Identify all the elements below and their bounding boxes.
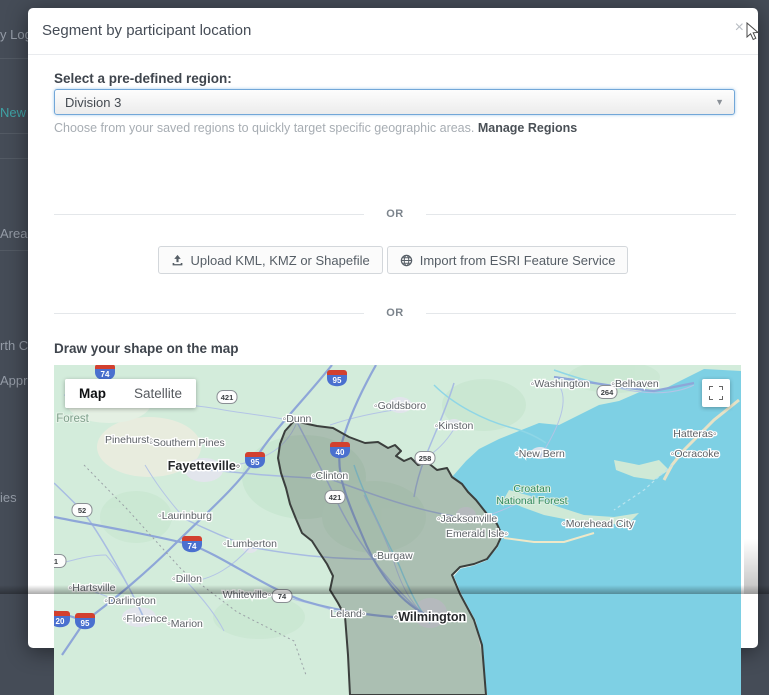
bg-text-fragment: Area bbox=[0, 226, 27, 241]
interstate-shield-icon: 95 bbox=[327, 370, 347, 386]
or-label: OR bbox=[386, 307, 404, 319]
satellite-view-button[interactable]: Satellite bbox=[120, 379, 196, 408]
map-label: ◦Kinston bbox=[435, 420, 474, 432]
modal-header: Segment by participant location × bbox=[28, 8, 758, 55]
import-esri-button[interactable]: Import from ESRI Feature Service bbox=[387, 246, 629, 274]
map-label: National Forest bbox=[496, 495, 567, 507]
bg-divider bbox=[0, 133, 28, 134]
map-label: Leland◦ bbox=[330, 608, 365, 620]
map-label: ◦Burgaw bbox=[373, 550, 413, 562]
map-label: ◦New Bern bbox=[515, 448, 565, 460]
upload-icon bbox=[171, 254, 184, 267]
fullscreen-icon bbox=[709, 386, 723, 400]
bg-divider bbox=[0, 58, 28, 59]
map-label: ◦Dillon bbox=[172, 573, 202, 585]
map-view-button[interactable]: Map bbox=[65, 379, 120, 408]
map-label: Fayetteville◦ bbox=[168, 459, 241, 473]
map-label: ational Forest bbox=[54, 413, 90, 425]
svg-text:421: 421 bbox=[329, 493, 342, 502]
modal-title: Segment by participant location bbox=[42, 22, 251, 39]
us-route-shield-icon: 421 bbox=[217, 391, 237, 404]
modal-body: Select a pre-defined region: Division 3 … bbox=[28, 55, 758, 649]
or-divider: OR bbox=[54, 208, 736, 220]
us-route-shield-icon: 258 bbox=[415, 452, 435, 465]
divider-line bbox=[54, 214, 364, 215]
map-label: Emerald Isle◦ bbox=[446, 528, 508, 540]
chevron-down-icon: ▼ bbox=[715, 97, 724, 107]
upload-file-button[interactable]: Upload KML, KMZ or Shapefile bbox=[158, 246, 383, 274]
map-label: Pinehurst◦ bbox=[105, 434, 153, 446]
svg-text:74: 74 bbox=[278, 592, 287, 601]
import-button-label: Import from ESRI Feature Service bbox=[420, 253, 616, 268]
map-label: ◦Morehead City bbox=[562, 518, 635, 530]
interstate-shield-icon: 95 bbox=[75, 613, 95, 629]
fullscreen-button[interactable] bbox=[702, 379, 730, 407]
helper-text: Choose from your saved regions to quickl… bbox=[54, 121, 474, 135]
region-select-dropdown[interactable]: Division 3 ▼ bbox=[54, 89, 735, 115]
map-label: ◦Darlington bbox=[104, 595, 156, 607]
map-label: Whiteville◦ bbox=[223, 589, 272, 601]
svg-text:95: 95 bbox=[251, 458, 260, 467]
divider-line bbox=[426, 214, 736, 215]
svg-text:1: 1 bbox=[54, 557, 58, 566]
svg-text:74: 74 bbox=[188, 542, 197, 551]
svg-text:52: 52 bbox=[78, 506, 86, 515]
map-label: Hatteras◦ bbox=[673, 428, 716, 440]
map-label: ◦Goldsboro bbox=[374, 400, 426, 412]
us-route-shield-icon: 421 bbox=[325, 491, 345, 504]
us-route-shield-icon: 1 bbox=[54, 555, 66, 568]
segment-location-modal: Segment by participant location × Select… bbox=[28, 8, 758, 648]
interstate-shield-icon: 20 bbox=[54, 611, 70, 627]
svg-text:421: 421 bbox=[221, 393, 234, 402]
map-label: ◦Wilmington bbox=[394, 610, 466, 624]
map-label: ◦Jacksonville bbox=[437, 513, 497, 525]
svg-text:20: 20 bbox=[56, 617, 65, 626]
map-label: ◦Washington bbox=[531, 378, 590, 390]
map-label: ◦Laurinburg bbox=[158, 510, 212, 522]
manage-regions-link[interactable]: Manage Regions bbox=[478, 121, 577, 135]
svg-text:95: 95 bbox=[81, 619, 90, 628]
draw-shape-label: Draw your shape on the map bbox=[54, 341, 239, 356]
svg-text:40: 40 bbox=[336, 448, 345, 457]
import-buttons-row: Upload KML, KMZ or Shapefile Import from… bbox=[28, 246, 758, 274]
or-divider: OR bbox=[54, 307, 736, 319]
selected-region-value: Division 3 bbox=[65, 95, 715, 110]
bg-divider bbox=[0, 158, 28, 159]
svg-text:74: 74 bbox=[101, 370, 110, 379]
map-label: ◦Belhaven bbox=[611, 378, 659, 390]
interstate-shield-icon: 95 bbox=[245, 452, 265, 468]
svg-text:258: 258 bbox=[419, 454, 432, 463]
map-label: ◦Lumberton bbox=[223, 538, 277, 550]
upload-button-label: Upload KML, KMZ or Shapefile bbox=[191, 253, 370, 268]
map-label: ◦Hartsville bbox=[69, 582, 116, 594]
bg-text-fragment: ies bbox=[0, 490, 17, 505]
map-type-control: Map Satellite bbox=[65, 379, 196, 408]
region-select-label: Select a pre-defined region: bbox=[54, 71, 232, 86]
interstate-shield-icon: 40 bbox=[330, 442, 350, 458]
map-label: ◦Florence bbox=[123, 613, 168, 625]
map-label: ◦Southern Pines bbox=[149, 437, 225, 449]
globe-icon bbox=[400, 254, 413, 267]
map-label: ◦Clinton bbox=[312, 470, 349, 482]
us-route-shield-icon: 74 bbox=[272, 590, 292, 603]
close-icon[interactable]: × bbox=[733, 18, 746, 38]
map-label: ◦Ocracoke bbox=[671, 448, 720, 460]
map-label: ◦Dunn bbox=[283, 413, 312, 425]
map-label: Croatan bbox=[513, 483, 551, 495]
map-canvas[interactable]: 7495954074209542125826452421741 ational … bbox=[54, 365, 741, 695]
us-route-shield-icon: 52 bbox=[72, 504, 92, 517]
interstate-shield-icon: 74 bbox=[182, 536, 202, 552]
bg-divider bbox=[0, 250, 28, 251]
map-label: ◦Marion bbox=[167, 618, 203, 630]
region-helper-text: Choose from your saved regions to quickl… bbox=[54, 121, 577, 135]
divider-line bbox=[426, 313, 736, 314]
or-label: OR bbox=[386, 208, 404, 220]
divider-line bbox=[54, 313, 364, 314]
interstate-shield-icon: 74 bbox=[95, 365, 115, 380]
draw-map[interactable]: 7495954074209542125826452421741 ational … bbox=[54, 365, 741, 695]
svg-text:95: 95 bbox=[333, 376, 342, 385]
